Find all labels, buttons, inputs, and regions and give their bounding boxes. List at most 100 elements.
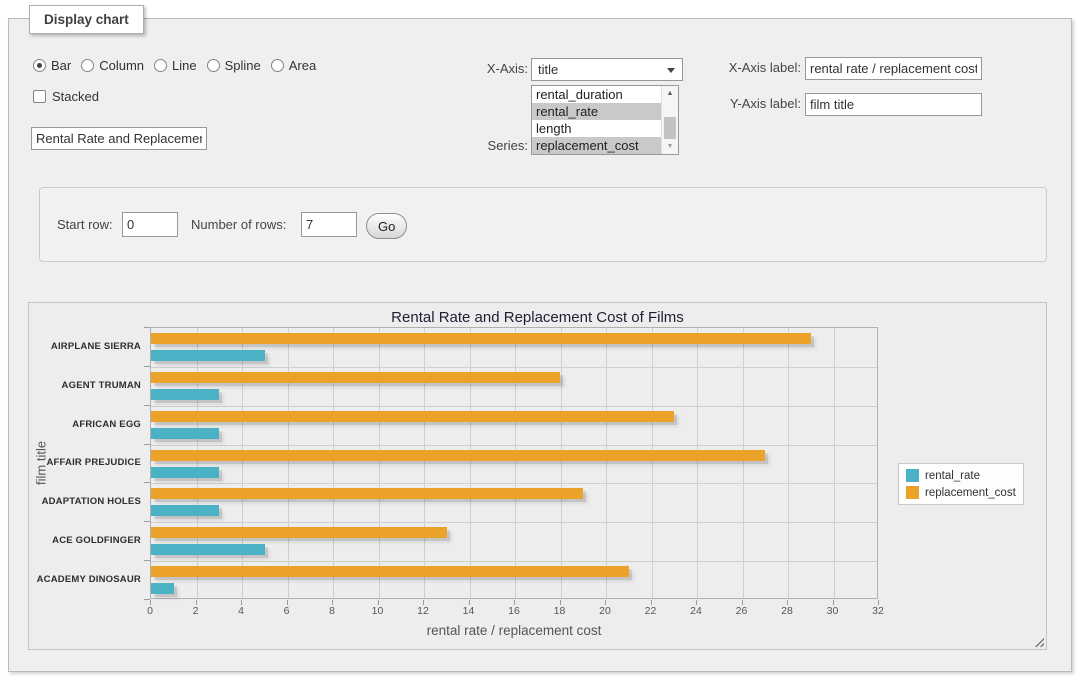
category-label: AFFAIR PREJUDICE: [29, 444, 141, 483]
chart-type-radio-spline[interactable]: Spline: [207, 58, 261, 73]
x-axis-label-caption: X-Axis label:: [689, 60, 801, 75]
legend-swatch-icon: [906, 486, 919, 499]
gridline: [242, 328, 243, 598]
legend-label: replacement_cost: [925, 487, 1016, 499]
category-label: ACE GOLDFINGER: [29, 521, 141, 560]
chart-type-options: Bar Column Line Spline Area: [33, 58, 316, 73]
plot-area: [150, 327, 878, 599]
bar-rental_rate: [151, 389, 219, 400]
x-axis-label: rental rate / replacement cost: [150, 623, 878, 638]
category-label: ADAPTATION HOLES: [29, 482, 141, 521]
chart-type-label: Line: [172, 58, 197, 73]
scroll-up-icon[interactable]: ▲: [662, 86, 678, 101]
y-tick-mark: [144, 444, 150, 445]
fieldset-legend: Display chart: [29, 5, 144, 34]
gridline: [697, 328, 698, 598]
radio-icon[interactable]: [207, 59, 220, 72]
x-tick-label: 10: [358, 605, 398, 617]
series-option-replacement_cost[interactable]: replacement_cost: [532, 137, 662, 154]
x-tick-label: 6: [267, 605, 307, 617]
chart-type-label: Column: [99, 58, 144, 73]
bar-rental_rate: [151, 583, 174, 594]
y-axis-label-input[interactable]: [805, 93, 982, 116]
chart-title-input[interactable]: [31, 127, 207, 150]
category-label: AGENT TRUMAN: [29, 366, 141, 405]
chart-type-radio-bar[interactable]: Bar: [33, 58, 71, 73]
gridline: [606, 328, 607, 598]
x-tick-label: 28: [767, 605, 807, 617]
y-tick-mark: [144, 405, 150, 406]
y-axis-label-caption: Y-Axis label:: [689, 96, 801, 111]
x-tick-label: 18: [540, 605, 580, 617]
bar-rental_rate: [151, 350, 265, 361]
number-of-rows-caption: Number of rows:: [191, 217, 286, 232]
x-tick-label: 30: [813, 605, 853, 617]
resize-handle-icon[interactable]: [1033, 636, 1044, 647]
start-row-caption: Start row:: [57, 217, 113, 232]
x-tick-label: 24: [676, 605, 716, 617]
bar-replacement_cost: [151, 450, 765, 461]
radio-icon[interactable]: [271, 59, 284, 72]
chart-type-radio-column[interactable]: Column: [81, 58, 144, 73]
chart-type-radio-area[interactable]: Area: [271, 58, 316, 73]
number-of-rows-input[interactable]: [301, 212, 357, 237]
gridline: [151, 522, 877, 523]
gridline: [151, 406, 877, 407]
legend-label: rental_rate: [925, 470, 980, 482]
radio-icon[interactable]: [33, 59, 46, 72]
stacked-checkbox[interactable]: [33, 90, 46, 103]
x-tick-label: 22: [631, 605, 671, 617]
gridline: [197, 328, 198, 598]
bar-replacement_cost: [151, 411, 674, 422]
legend-item: replacement_cost: [906, 486, 1016, 499]
y-tick-mark: [144, 521, 150, 522]
bar-replacement_cost: [151, 372, 560, 383]
scroll-down-icon[interactable]: ▼: [662, 139, 678, 154]
y-tick-mark: [144, 482, 150, 483]
go-button[interactable]: Go: [366, 213, 407, 239]
category-label: AFRICAN EGG: [29, 405, 141, 444]
series-option-length[interactable]: length: [532, 120, 662, 137]
x-axis-label-input[interactable]: [805, 57, 982, 80]
gridline: [333, 328, 334, 598]
chart-panel: Rental Rate and Replacement Cost of Film…: [28, 302, 1047, 650]
series-option-rental_rate[interactable]: rental_rate: [532, 103, 662, 120]
gridline: [470, 328, 471, 598]
x-tick-label: 16: [494, 605, 534, 617]
row-range-panel: Start row: Number of rows: Go: [39, 187, 1047, 262]
bar-rental_rate: [151, 544, 265, 555]
gridline: [379, 328, 380, 598]
gridline: [743, 328, 744, 598]
radio-icon[interactable]: [81, 59, 94, 72]
chart-type-label: Spline: [225, 58, 261, 73]
gridline: [288, 328, 289, 598]
bar-replacement_cost: [151, 333, 811, 344]
series-option-rental_duration[interactable]: rental_duration: [532, 86, 662, 103]
scrollbar-thumb[interactable]: [664, 117, 676, 139]
bar-replacement_cost: [151, 488, 583, 499]
series-listbox[interactable]: rental_durationrental_ratelengthreplacem…: [531, 85, 679, 155]
chart-type-label: Area: [289, 58, 316, 73]
y-tick-mark: [144, 560, 150, 561]
chart-type-label: Bar: [51, 58, 71, 73]
gridline: [424, 328, 425, 598]
legend-swatch-icon: [906, 469, 919, 482]
x-tick-label: 0: [130, 605, 170, 617]
x-tick-label: 26: [722, 605, 762, 617]
chart-type-radio-line[interactable]: Line: [154, 58, 197, 73]
legend-item: rental_rate: [906, 469, 1016, 482]
bar-replacement_cost: [151, 527, 447, 538]
gridline: [561, 328, 562, 598]
chart-legend: rental_rate replacement_cost: [898, 463, 1024, 505]
radio-icon[interactable]: [154, 59, 167, 72]
stacked-checkbox-row[interactable]: Stacked: [33, 89, 99, 104]
gridline: [151, 367, 877, 368]
start-row-input[interactable]: [122, 212, 178, 237]
listbox-scrollbar[interactable]: ▲ ▼: [661, 86, 678, 154]
x-axis-selected-value: title: [538, 62, 558, 77]
x-axis-select[interactable]: title: [531, 58, 683, 81]
stacked-label: Stacked: [52, 89, 99, 104]
series-caption: Series:: [449, 138, 528, 153]
display-chart-fieldset: Display chart BarColumnLineSplineArea St…: [8, 18, 1072, 672]
gridline: [151, 483, 877, 484]
